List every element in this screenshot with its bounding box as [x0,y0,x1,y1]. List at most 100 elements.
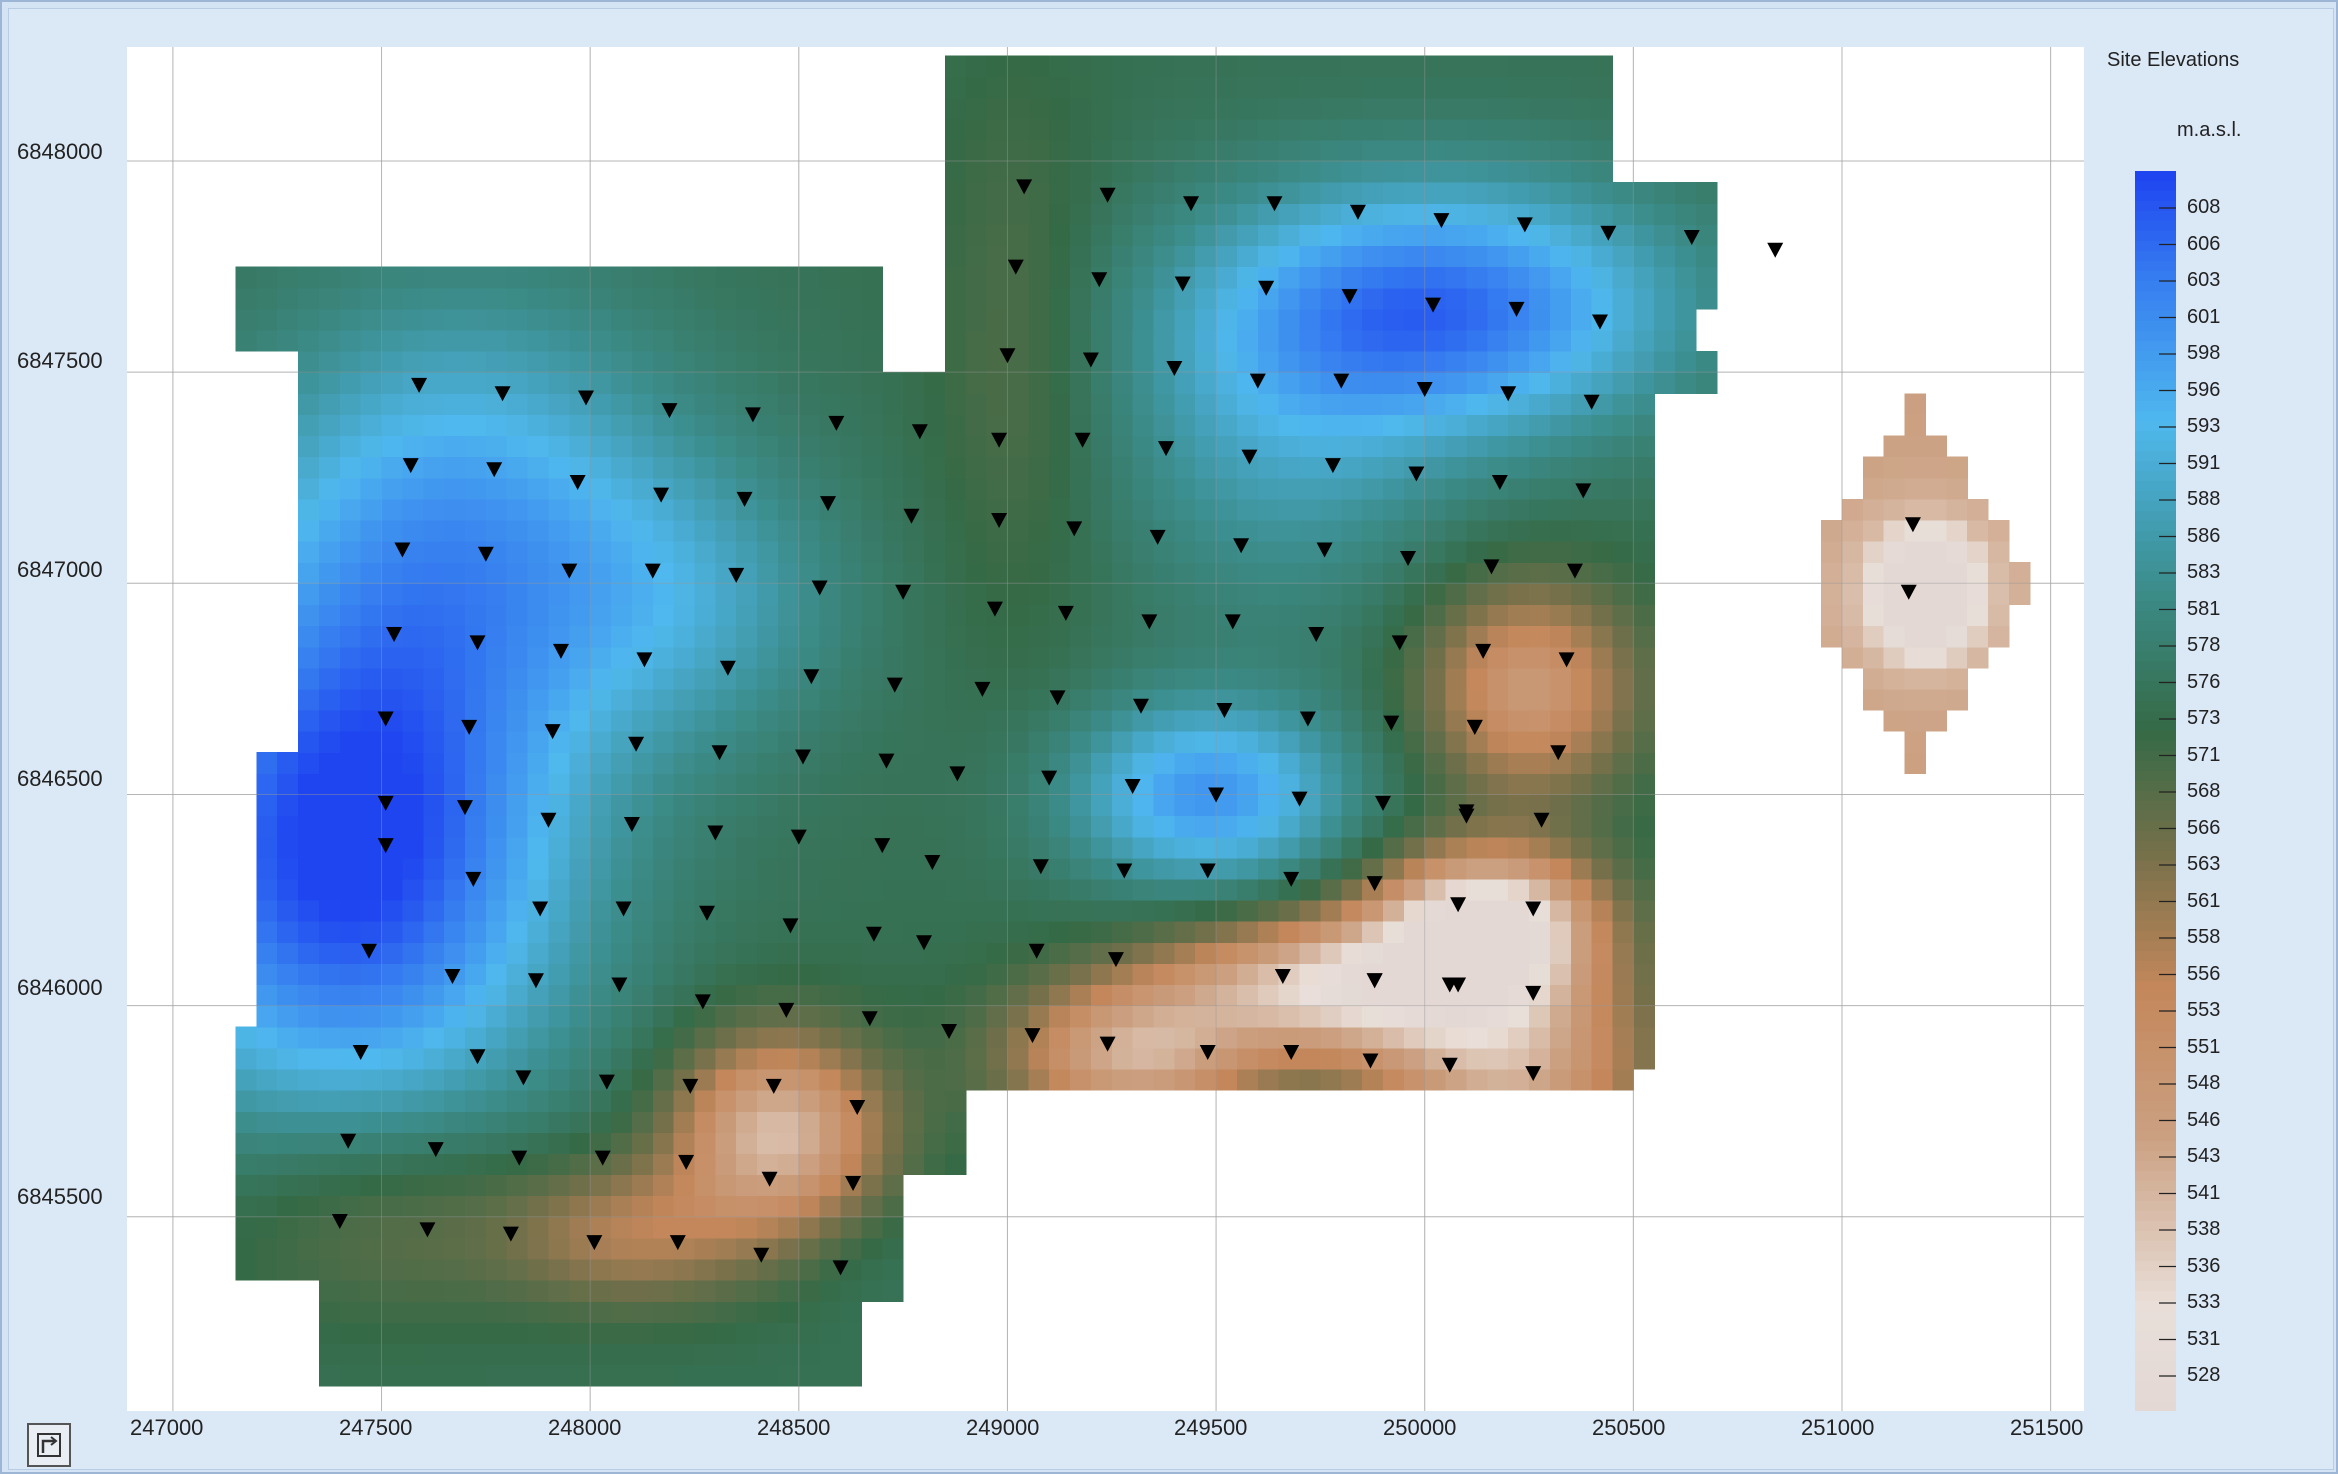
elevation-cell [715,1153,737,1176]
elevation-cell [548,1301,570,1323]
elevation-cell [673,1322,696,1345]
elevation-cell [569,688,591,711]
elevation-map[interactable] [127,47,2084,1411]
elevation-cell [777,519,800,542]
elevation-cell [1445,815,1468,838]
elevation-cell [1591,731,1614,753]
elevation-cell [402,731,424,753]
legend-swatch [2135,981,2176,992]
elevation-cell [1362,329,1384,352]
elevation-cell [1612,1005,1634,1028]
elevation-cell [569,1068,591,1091]
elevation-cell [1612,921,1634,943]
elevation-cell [1007,1005,1029,1028]
legend-swatch [2135,1311,2176,1322]
elevation-cell [235,1174,257,1197]
legend-swatch [2135,671,2176,682]
elevation-cell [1424,583,1447,606]
elevation-cell [1341,815,1363,838]
elevation-cell [798,1153,821,1176]
elevation-cell [1049,857,1071,880]
legend-swatch [2135,541,2176,552]
elevation-cell [1591,710,1614,732]
elevation-cell [235,1195,257,1218]
elevation-cell [423,562,445,584]
elevation-cell [360,1343,383,1366]
elevation-cell [1007,456,1029,479]
elevation-cell [1070,773,1092,796]
legend-label: 568 [2187,780,2221,802]
elevation-cell [944,161,967,183]
elevation-cell [590,583,612,606]
elevation-cell [1549,477,1572,500]
elevation-cell [464,477,487,500]
map-canvas[interactable] [127,47,2084,1411]
elevation-cell [1633,667,1655,690]
elevation-cell [1591,97,1614,120]
elevation-cell [1299,604,1321,627]
legend-swatch [2135,771,2176,782]
elevation-cell [444,667,466,690]
elevation-cell [1070,921,1092,943]
elevation-cell [506,857,529,880]
elevation-cell [694,351,716,373]
elevation-cell [1132,710,1155,732]
elevation-cell [1216,118,1238,141]
elevation-cell [652,646,675,669]
elevation-cell [1049,794,1071,817]
elevation-cell [757,477,779,500]
elevation-cell [548,498,570,521]
export-button[interactable] [27,1423,71,1467]
elevation-cell [861,1216,883,1239]
elevation-cell [1403,55,1426,78]
elevation-cell [1153,878,1175,901]
elevation-cell [694,477,716,500]
elevation-cell [757,393,779,415]
elevation-cell [1466,55,1488,78]
elevation-cell [715,794,737,817]
elevation-cell [423,266,445,289]
elevation-cell [1341,329,1363,352]
elevation-cell [506,435,529,458]
elevation-cell [590,794,612,817]
elevation-cell [1362,414,1384,437]
elevation-cell [986,224,1009,247]
elevation-cell [1257,857,1280,880]
elevation-cell [1278,245,1301,268]
legend-label: 576 [2187,670,2221,693]
elevation-cell [1236,900,1259,922]
elevation-cell [882,710,904,732]
elevation-cell [1111,878,1134,901]
site-marker[interactable] [1767,242,1784,258]
elevation-cell [1612,752,1634,774]
elevation-cell [1841,498,1864,521]
elevation-cell [1925,604,1947,627]
elevation-cell [736,625,758,648]
elevation-cell [673,456,696,479]
elevation-cell [1278,161,1301,183]
elevation-cell [923,688,946,711]
elevation-cell [1904,752,1927,774]
x-tick-label: 249000 [966,1415,1040,1440]
elevation-cell [1904,393,1927,415]
elevation-cell [1299,477,1321,500]
elevation-cell [1362,688,1384,711]
elevation-cell [590,667,612,690]
elevation-cell [965,857,988,880]
elevation-cell [1403,351,1426,373]
legend-swatch [2135,1331,2176,1342]
elevation-cell [256,900,278,922]
elevation-cell [1633,182,1655,204]
elevation-cell [1904,562,1927,584]
elevation-cell [1633,857,1655,880]
legend-label: 591 [2187,451,2221,474]
elevation-cell [757,900,779,922]
elevation-cell [1278,562,1301,584]
elevation-cell [944,963,967,986]
elevation-cell [861,1068,883,1091]
elevation-cell [548,688,570,711]
elevation-cell [444,308,466,331]
elevation-cell [1111,984,1134,1007]
elevation-cell [235,329,257,352]
elevation-cell [1591,752,1614,774]
